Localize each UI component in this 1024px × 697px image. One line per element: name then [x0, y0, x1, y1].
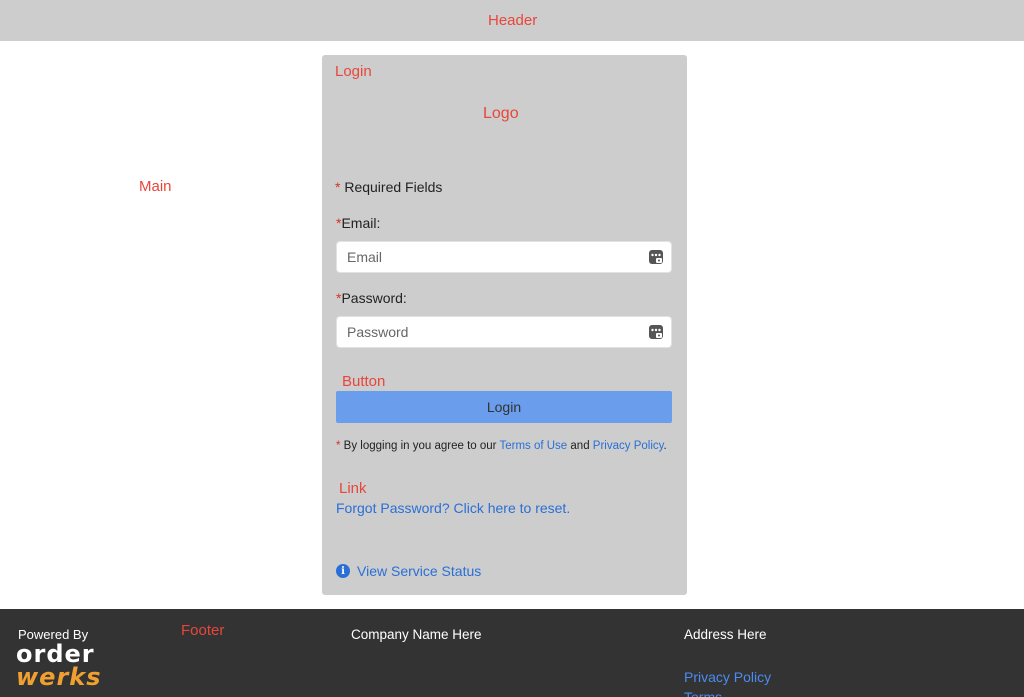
login-placeholder-label: Login	[335, 63, 372, 80]
view-service-status-link[interactable]: View Service Status	[357, 563, 481, 579]
password-label: *Password:	[336, 290, 407, 306]
company-address: Address Here	[684, 627, 767, 642]
email-label: *Email:	[336, 215, 380, 231]
password-input[interactable]	[347, 317, 637, 347]
password-manager-key-icon[interactable]	[649, 250, 663, 264]
footer-privacy-policy-link[interactable]: Privacy Policy	[684, 669, 771, 685]
terms-of-use-link[interactable]: Terms of Use	[499, 440, 567, 452]
required-fields-note: * Required Fields	[335, 179, 442, 195]
link-placeholder-label: Link	[339, 480, 367, 497]
terms-prefix: By logging in you agree to our	[340, 440, 500, 452]
email-field[interactable]	[336, 241, 672, 273]
info-icon: i	[336, 564, 350, 578]
email-input[interactable]	[347, 242, 637, 272]
main-placeholder-label: Main	[139, 178, 172, 195]
service-status-row[interactable]: i View Service Status	[336, 563, 481, 579]
password-field[interactable]	[336, 316, 672, 348]
password-label-text: Password:	[341, 290, 407, 306]
button-placeholder-label: Button	[342, 373, 386, 390]
login-card: Login Logo * Required Fields *Email: *Pa…	[322, 55, 687, 595]
orderwerks-logo: order werks	[16, 642, 102, 691]
password-manager-key-icon[interactable]	[649, 325, 663, 339]
logo-placeholder: Logo	[483, 105, 519, 122]
company-name: Company Name Here	[351, 627, 482, 642]
header-placeholder-label: Header	[488, 12, 538, 29]
terms-agreement-note: * By logging in you agree to our Terms o…	[336, 440, 667, 452]
forgot-password-link[interactable]: Forgot Password? Click here to reset.	[336, 500, 570, 516]
terms-suffix: .	[663, 440, 667, 452]
footer-placeholder-label: Footer	[181, 622, 225, 639]
brand-word-werks: werks	[16, 662, 102, 691]
footer-terms-link[interactable]: Terms	[684, 689, 722, 697]
footer: Powered By order werks Footer Company Na…	[0, 609, 1024, 697]
header: Header	[0, 0, 1024, 41]
required-fields-text: Required Fields	[340, 179, 443, 195]
login-button[interactable]: Login	[336, 391, 672, 423]
privacy-policy-link[interactable]: Privacy Policy	[593, 440, 664, 452]
email-label-text: Email:	[341, 215, 381, 231]
terms-middle: and	[567, 440, 593, 452]
